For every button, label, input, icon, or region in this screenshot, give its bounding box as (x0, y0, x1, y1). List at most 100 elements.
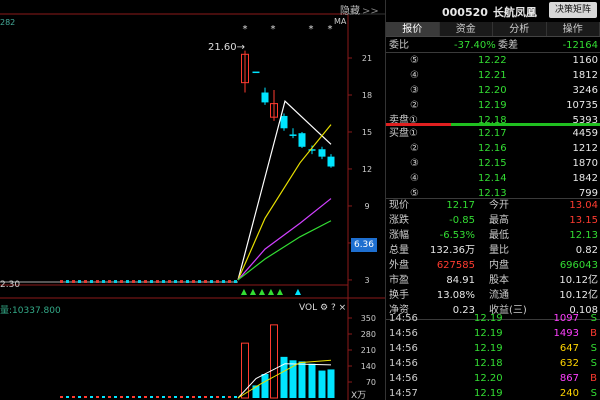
sell-order-row: ④ 12.21 1812 (386, 68, 600, 83)
quote-value: 0.82 (575, 245, 598, 256)
volume-value-label: 量:10337.800 (0, 306, 61, 316)
small-candle (78, 280, 81, 283)
decision-matrix-button[interactable]: 决策矩阵 (549, 2, 597, 18)
trade-time: 14:57 (389, 388, 418, 399)
quote-label: 涨幅 (389, 230, 409, 241)
volume-bar-small (222, 396, 225, 398)
hide-panel-button[interactable]: 隐藏 >> (340, 2, 379, 17)
small-candle (66, 280, 69, 283)
trade-side: S (590, 358, 597, 369)
price-tick-label: 12 (362, 165, 372, 174)
ma10-line (237, 124, 332, 281)
high-price-label: 21.60→ (208, 42, 246, 53)
volume-bar-small (156, 396, 159, 398)
low-price-label: 2.30 (0, 280, 21, 290)
trade-row[interactable]: 14:56 12.19 1097 S (386, 311, 600, 326)
order-price: 12.22 (478, 55, 507, 66)
quote-row: 市盈 84.91 股本 10.12亿 (386, 273, 600, 288)
small-candle (222, 280, 225, 283)
volume-bar (308, 363, 316, 398)
volume-bar-small (60, 396, 63, 398)
trade-volume: 1493 (553, 328, 579, 339)
kline-svg[interactable]: 2118151296335028021014070****▲▲▲▲▲▲ (0, 0, 385, 400)
volume-bar-small (192, 396, 195, 398)
quote-label: 今开 (489, 200, 509, 211)
diff-label: 委差 (498, 40, 518, 51)
quote-value: 10.12亿 (559, 290, 598, 301)
vol-indicator-tag[interactable]: VOL ⚙ ? × (299, 303, 346, 313)
indicator-code: 282 (0, 18, 16, 27)
trade-row[interactable]: 14:57 12.19 240 S (386, 386, 600, 400)
volume-bar-small (102, 396, 105, 398)
order-price: 12.14 (478, 173, 507, 184)
trade-row[interactable]: 14:56 12.20 867 B (386, 371, 600, 386)
quote-row: 总量 132.36万 量比 0.82 (386, 243, 600, 258)
small-candle (96, 280, 99, 283)
trade-volume: 1097 (553, 313, 579, 324)
quote-label: 量比 (489, 245, 509, 256)
tab-fund[interactable]: 资金 (440, 22, 493, 36)
trade-row[interactable]: 14:56 12.19 1493 B (386, 326, 600, 341)
volume-bar-small (66, 396, 69, 398)
help-icon[interactable]: ? (331, 303, 336, 313)
volume-bar-small (120, 396, 123, 398)
small-candle (126, 280, 129, 283)
quote-label: 外盘 (389, 260, 409, 271)
tab-operation[interactable]: 操作 (547, 22, 600, 36)
volume-bar-small (210, 396, 213, 398)
chevron-right-icon: >> (362, 6, 379, 17)
small-candle (210, 280, 213, 283)
price-tick-label: 18 (362, 91, 372, 100)
volume-bar-small (228, 396, 231, 398)
gear-icon[interactable]: ⚙ (320, 303, 328, 313)
diff-value: -12164 (562, 40, 598, 51)
event-marker-icon: * (243, 24, 248, 35)
order-price: 12.17 (478, 128, 507, 139)
trade-volume: 240 (559, 388, 579, 399)
small-candle (114, 280, 117, 283)
kline-chart-area[interactable]: 2118151296335028021014070****▲▲▲▲▲▲ 隐藏>>… (0, 0, 385, 400)
order-price: 12.15 (478, 158, 507, 169)
arrow-marker-icon: ▲ (250, 287, 257, 296)
volume-bar-small (234, 396, 237, 398)
volume-bar-small (72, 396, 75, 398)
tab-analysis[interactable]: 分析 (493, 22, 547, 36)
trade-price: 12.19 (474, 328, 503, 339)
order-volume: 1870 (572, 158, 598, 169)
trade-price: 12.19 (474, 343, 503, 354)
small-candle (60, 280, 63, 283)
small-candle (186, 280, 189, 283)
trade-row[interactable]: 14:56 12.19 647 S (386, 341, 600, 356)
panel-tabs: 报价 资金 分析 操作 (386, 22, 600, 37)
candle-body (289, 134, 297, 136)
volume-tick-label: 140 (361, 362, 376, 371)
quote-value: -6.53% (439, 230, 475, 241)
small-candle (162, 280, 165, 283)
close-icon[interactable]: × (339, 303, 347, 313)
order-price: 12.16 (478, 143, 507, 154)
quote-value: 84.91 (446, 275, 475, 286)
trade-price: 12.19 (474, 313, 503, 324)
quote-label: 股本 (489, 275, 509, 286)
buy-order-row: ② 12.16 1212 (386, 141, 600, 156)
volume-bar-small (114, 396, 117, 398)
volume-bar-small (144, 396, 147, 398)
volume-bar-small (180, 396, 183, 398)
volume-bar-small (162, 396, 165, 398)
arrow-marker-icon: ▲ (277, 287, 284, 296)
ma-label: MA (334, 17, 347, 26)
volume-bar-small (132, 396, 135, 398)
quote-label: 市盈 (389, 275, 409, 286)
current-price-tag: 6.36 (351, 238, 377, 252)
quote-value: 10.12亿 (559, 275, 598, 286)
small-candle (120, 280, 123, 283)
trade-row[interactable]: 14:56 12.18 632 S (386, 356, 600, 371)
quote-value: 627585 (436, 260, 475, 271)
sell-order-row: ⑤ 12.22 1160 (386, 53, 600, 68)
volume-bar (280, 356, 288, 398)
ratio-row: 委比 -37.40% 委差 -12164 (386, 38, 600, 53)
trade-price: 12.19 (474, 388, 503, 399)
tab-quote[interactable]: 报价 (386, 22, 440, 36)
quote-label: 最高 (489, 215, 509, 226)
trade-volume: 647 (559, 343, 579, 354)
